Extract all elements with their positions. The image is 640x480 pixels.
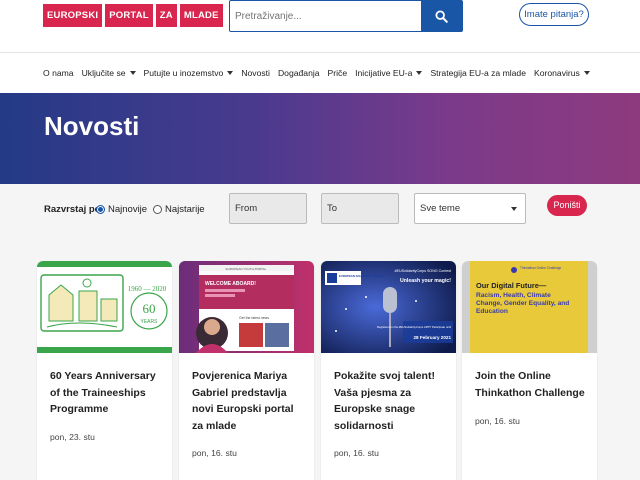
- card-image-song-contest: EUROPEAN SOLIDARITY CORPS #EUSolidarityC…: [321, 261, 456, 353]
- nav-item-label: Inicijative EU-a: [355, 68, 413, 78]
- card-image-traineeships: 60 YEARS 1960 — 2020: [37, 261, 172, 353]
- card-title[interactable]: Join the Online Thinkathon Challenge: [475, 368, 589, 401]
- topic-select-value: Sve teme: [420, 203, 461, 214]
- chevron-down-icon: [583, 71, 590, 75]
- nav-item-label: Priče: [327, 68, 348, 78]
- nav-item-4[interactable]: Novosti: [241, 68, 270, 78]
- registered-text: Registered in the #EUSolidarityCorps APP…: [377, 325, 451, 329]
- news-card[interactable]: EUROPEAN YOUTH PORTAL WELCOME ABOARD! Ge…: [179, 261, 314, 480]
- card-title[interactable]: Pokažite svoj talent! Vaša pjesma za Eur…: [334, 368, 448, 434]
- poster-headline: Our Digital Future—: [476, 281, 547, 290]
- card-title[interactable]: Povjerenica Mariya Gabriel predstavlja n…: [192, 368, 306, 434]
- nav-item-label: Koronavirus: [533, 68, 580, 78]
- traineeships-illustration-icon: 60 YEARS 1960 — 2020: [37, 261, 172, 353]
- deadline-text: 28 February 2021: [413, 335, 451, 340]
- logo-part-1: Europski: [43, 4, 103, 27]
- radio-unselected-icon: [153, 205, 162, 214]
- nav-item-8[interactable]: Strategija EU-a za mlade: [430, 68, 526, 78]
- card-date: pon, 23. stu: [50, 432, 95, 442]
- site-header: Europski portal za mlade Imate pitanja?: [0, 0, 640, 52]
- nav-item-9[interactable]: Koronavirus: [534, 68, 590, 78]
- logo-part-2: portal: [105, 4, 153, 27]
- news-card[interactable]: Thinkathon Online Challenge Our Digital …: [462, 261, 597, 480]
- welcome-text: WELCOME ABOARD!: [205, 281, 256, 287]
- nav-item-label: Događanja: [277, 68, 320, 78]
- sort-label: Razvrstaj po:: [44, 204, 104, 215]
- main-navigation: O nama Uključite se Putujte u inozemstvo No…: [0, 52, 640, 93]
- logo-part-4: mlade: [179, 4, 223, 27]
- nav-item-6[interactable]: Priče: [328, 68, 348, 78]
- nav-item-1[interactable]: O nama: [43, 68, 74, 78]
- years-range: 1960 — 2020: [128, 285, 167, 293]
- song-contest-poster-icon: EUROPEAN SOLIDARITY CORPS #EUSolidarityC…: [321, 261, 456, 353]
- chevron-down-icon: [129, 71, 136, 75]
- nav-item-label: Novosti: [241, 68, 270, 78]
- page-title: Novosti: [44, 111, 140, 141]
- chevron-down-icon: [416, 71, 423, 75]
- nav-item-label: Putujte u inozemstvo: [143, 68, 224, 78]
- badge-number: 60: [143, 301, 156, 316]
- card-date: pon, 16. stu: [475, 416, 520, 426]
- nav-item-2[interactable]: Uključite se: [82, 68, 136, 78]
- card-image-portal: EUROPEAN YOUTH PORTAL WELCOME ABOARD! Ge…: [179, 261, 314, 353]
- search-button[interactable]: [421, 1, 462, 31]
- search-input[interactable]: [230, 1, 420, 31]
- song-line: #EUSolidarityCorps SONG Contest: [395, 269, 451, 273]
- portal-label: EUROPEAN YOUTH PORTAL: [226, 267, 267, 271]
- nav-item-7[interactable]: Inicijative EU-a: [355, 68, 423, 78]
- from-date-field[interactable]: From: [229, 193, 307, 224]
- news-card[interactable]: 60 YEARS 1960 — 2020 60 Years Anniversar…: [37, 261, 172, 480]
- sort-option-label: Najstarije: [165, 204, 205, 215]
- chevron-down-icon: [511, 207, 517, 211]
- nav-item-label: Strategija EU-a za mlade: [430, 68, 526, 78]
- card-date: pon, 16. stu: [192, 448, 237, 458]
- radio-selected-icon: [96, 205, 105, 214]
- thinkathon-poster-icon: Thinkathon Online Challenge Our Digital …: [462, 261, 597, 353]
- news-card[interactable]: EUROPEAN SOLIDARITY CORPS #EUSolidarityC…: [321, 261, 456, 480]
- nav-item-5[interactable]: Događanja: [278, 68, 320, 78]
- search-icon: [435, 9, 448, 23]
- sort-option-oldest[interactable]: Najstarije: [153, 204, 205, 215]
- card-title[interactable]: 60 Years Anniversary of the Traineeships…: [50, 368, 164, 418]
- nav-item-label: Uključite se: [81, 68, 126, 78]
- sort-option-label: Najnovije: [108, 204, 148, 215]
- logo-part-3: za: [155, 4, 177, 27]
- unleash-text: Unleash your magic!: [400, 278, 451, 284]
- to-date-field[interactable]: To: [321, 193, 399, 224]
- portal-screenshot-icon: EUROPEAN YOUTH PORTAL WELCOME ABOARD! Ge…: [179, 261, 314, 353]
- card-image-thinkathon: Thinkathon Online Challenge Our Digital …: [462, 261, 597, 353]
- topic-select[interactable]: Sve teme: [414, 193, 526, 224]
- help-button[interactable]: Imate pitanja?: [519, 3, 589, 26]
- nav-item-label: O nama: [43, 68, 74, 78]
- poster-topics: Racism, Health, Climate Change, Gender E…: [476, 292, 570, 315]
- hero-banner: Novosti: [0, 93, 640, 184]
- reset-button[interactable]: Poništi: [547, 195, 587, 216]
- badge-text: YEARS: [141, 319, 159, 325]
- latest-news-text: Get the latest news: [239, 316, 269, 320]
- brand-text: EUROPEAN SOLIDARITY CORPS: [339, 274, 383, 278]
- site-logo[interactable]: Europski portal za mlade: [43, 4, 223, 27]
- nav-item-3[interactable]: Putujte u inozemstvo: [144, 68, 234, 78]
- sort-option-newest[interactable]: Najnovije: [96, 204, 147, 215]
- search-box: [229, 0, 463, 32]
- thinkathon-org: Thinkathon Online Challenge: [520, 266, 561, 270]
- card-date: pon, 16. stu: [334, 448, 379, 458]
- chevron-down-icon: [227, 71, 234, 75]
